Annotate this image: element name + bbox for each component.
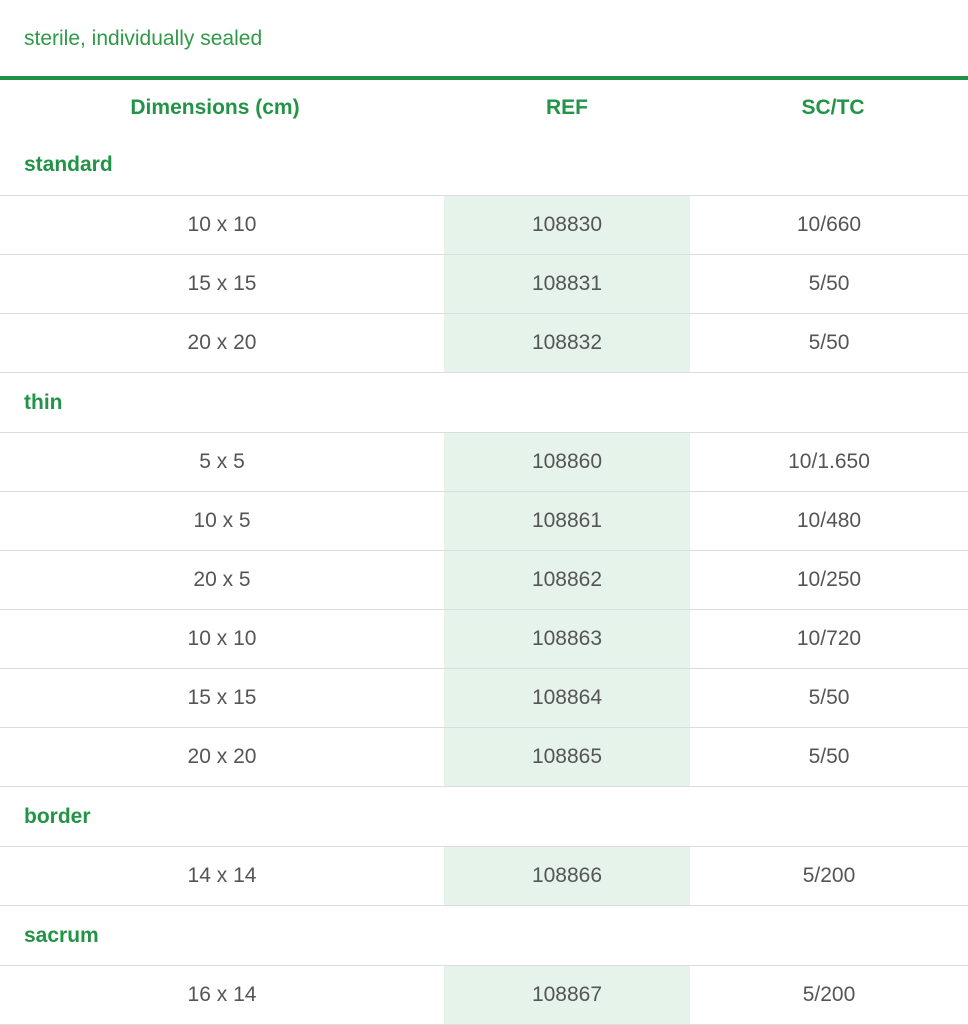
table-row: 10 x 10 108830 10/660 (0, 195, 968, 255)
cell-sc-tc: 5/50 (690, 313, 968, 373)
group-row-standard: standard (0, 135, 968, 196)
cell-sc-tc: 5/200 (690, 846, 968, 906)
group-label: border (0, 786, 968, 847)
table-row: 20 x 5 108862 10/250 (0, 550, 968, 610)
cell-dimensions: 20 x 5 (0, 550, 444, 610)
product-table: Dimensions (cm) REF SC/TC standard 10 x 1… (0, 80, 968, 1025)
cell-sc-tc: 10/720 (690, 609, 968, 669)
cell-sc-tc: 5/50 (690, 727, 968, 787)
group-row-border: border (0, 786, 968, 847)
cell-dimensions: 10 x 5 (0, 491, 444, 551)
cell-sc-tc: 10/250 (690, 550, 968, 610)
cell-dimensions: 10 x 10 (0, 195, 444, 255)
table-row: 5 x 5 108860 10/1.650 (0, 432, 968, 492)
column-header-sc-tc: SC/TC (801, 95, 865, 119)
product-table-page: sterile, individually sealed Dimensions … (0, 0, 968, 1025)
cell-sc-tc: 10/1.650 (690, 432, 968, 492)
cell-dimensions: 14 x 14 (0, 846, 444, 906)
cell-dimensions: 20 x 20 (0, 313, 444, 373)
cell-ref: 108860 (444, 432, 690, 492)
group-label: standard (0, 135, 968, 196)
cell-ref: 108831 (444, 254, 690, 314)
table-row: 10 x 10 108863 10/720 (0, 609, 968, 669)
group-row-thin: thin (0, 372, 968, 433)
cell-ref: 108830 (444, 195, 690, 255)
table-row: 10 x 5 108861 10/480 (0, 491, 968, 551)
group-label: sacrum (0, 905, 968, 966)
cell-dimensions: 16 x 14 (0, 965, 444, 1025)
column-header-ref: REF (546, 95, 588, 119)
cell-ref: 108864 (444, 668, 690, 728)
cell-dimensions: 20 x 20 (0, 727, 444, 787)
table-row: 14 x 14 108866 5/200 (0, 846, 968, 906)
table-row: 20 x 20 108832 5/50 (0, 313, 968, 373)
table-row: 20 x 20 108865 5/50 (0, 727, 968, 787)
cell-ref: 108863 (444, 609, 690, 669)
cell-sc-tc: 5/50 (690, 254, 968, 314)
table-row: 15 x 15 108831 5/50 (0, 254, 968, 314)
table-body: standard 10 x 10 108830 10/660 15 x 15 108831… (0, 135, 968, 1025)
table-row: 15 x 15 108864 5/50 (0, 668, 968, 728)
cell-dimensions: 15 x 15 (0, 254, 444, 314)
cell-dimensions: 10 x 10 (0, 609, 444, 669)
cell-ref: 108866 (444, 846, 690, 906)
table-subtitle: sterile, individually sealed (24, 27, 263, 50)
group-label: thin (0, 372, 968, 433)
cell-ref: 108832 (444, 313, 690, 373)
table-header: Dimensions (cm) REF SC/TC (0, 80, 968, 135)
cell-ref: 108861 (444, 491, 690, 551)
table-row: 16 x 14 108867 5/200 (0, 965, 968, 1025)
cell-sc-tc: 10/660 (690, 195, 968, 255)
group-row-sacrum: sacrum (0, 905, 968, 966)
cell-dimensions: 15 x 15 (0, 668, 444, 728)
column-header-dimensions: Dimensions (cm) (130, 95, 300, 119)
cell-sc-tc: 10/480 (690, 491, 968, 551)
cell-ref: 108865 (444, 727, 690, 787)
cell-dimensions: 5 x 5 (0, 432, 444, 492)
cell-sc-tc: 5/200 (690, 965, 968, 1025)
cell-ref: 108862 (444, 550, 690, 610)
cell-sc-tc: 5/50 (690, 668, 968, 728)
cell-ref: 108867 (444, 965, 690, 1025)
header-row: Dimensions (cm) REF SC/TC (0, 80, 968, 135)
